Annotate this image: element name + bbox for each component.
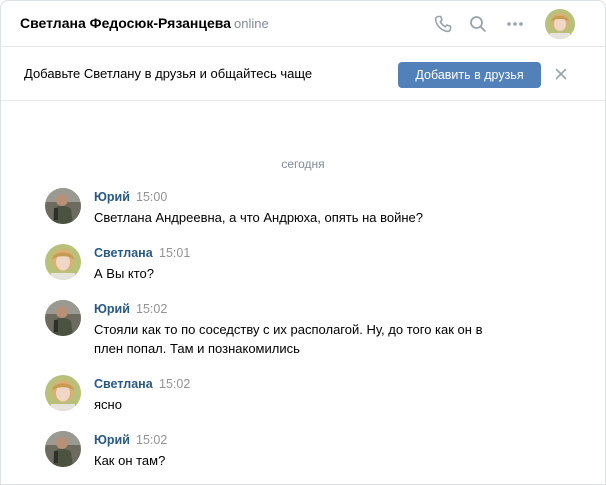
message-time: 15:02 [159, 377, 191, 391]
message-author[interactable]: Юрий [94, 302, 130, 316]
message-time: 15:02 [136, 302, 168, 316]
avatar[interactable] [45, 431, 81, 467]
chat-panel: Светлана Федосюк-Рязанцева online Добавь… [0, 0, 606, 485]
message-author[interactable]: Юрий [94, 190, 130, 204]
online-status: online [234, 16, 269, 31]
message-author[interactable]: Светлана [94, 246, 153, 260]
date-separator: сегодня [281, 157, 325, 171]
add-friend-banner: Добавьте Светлану в друзья и общайтесь ч… [1, 47, 605, 101]
contact-avatar[interactable] [545, 9, 575, 39]
banner-text: Добавьте Светлану в друзья и общайтесь ч… [24, 66, 313, 81]
chat-header: Светлана Федосюк-Рязанцева online [1, 1, 605, 47]
avatar[interactable] [45, 300, 81, 336]
more-icon[interactable] [504, 13, 526, 35]
add-friend-button[interactable]: Добавить в друзья [398, 62, 541, 88]
phone-icon[interactable] [432, 13, 454, 35]
search-icon[interactable] [467, 13, 489, 35]
message-text: Как он там? [94, 453, 166, 468]
message-author[interactable]: Юрий [94, 433, 130, 447]
avatar[interactable] [45, 188, 81, 224]
message-time: 15:00 [136, 190, 168, 204]
message-text: Стояли как то по соседству с их располаг… [94, 322, 483, 356]
avatar[interactable] [45, 244, 81, 280]
message-author[interactable]: Светлана [94, 377, 153, 391]
avatar[interactable] [45, 375, 81, 411]
close-icon[interactable] [553, 66, 569, 82]
message-time: 15:02 [136, 433, 168, 447]
message-text: ясно [94, 397, 122, 412]
contact-name[interactable]: Светлана Федосюк-Рязанцева [20, 15, 231, 31]
message-time: 15:01 [159, 246, 191, 260]
message-text: Светлана Андреевна, а что Андрюха, опять… [94, 210, 424, 225]
message-text: А Вы кто? [94, 266, 155, 281]
